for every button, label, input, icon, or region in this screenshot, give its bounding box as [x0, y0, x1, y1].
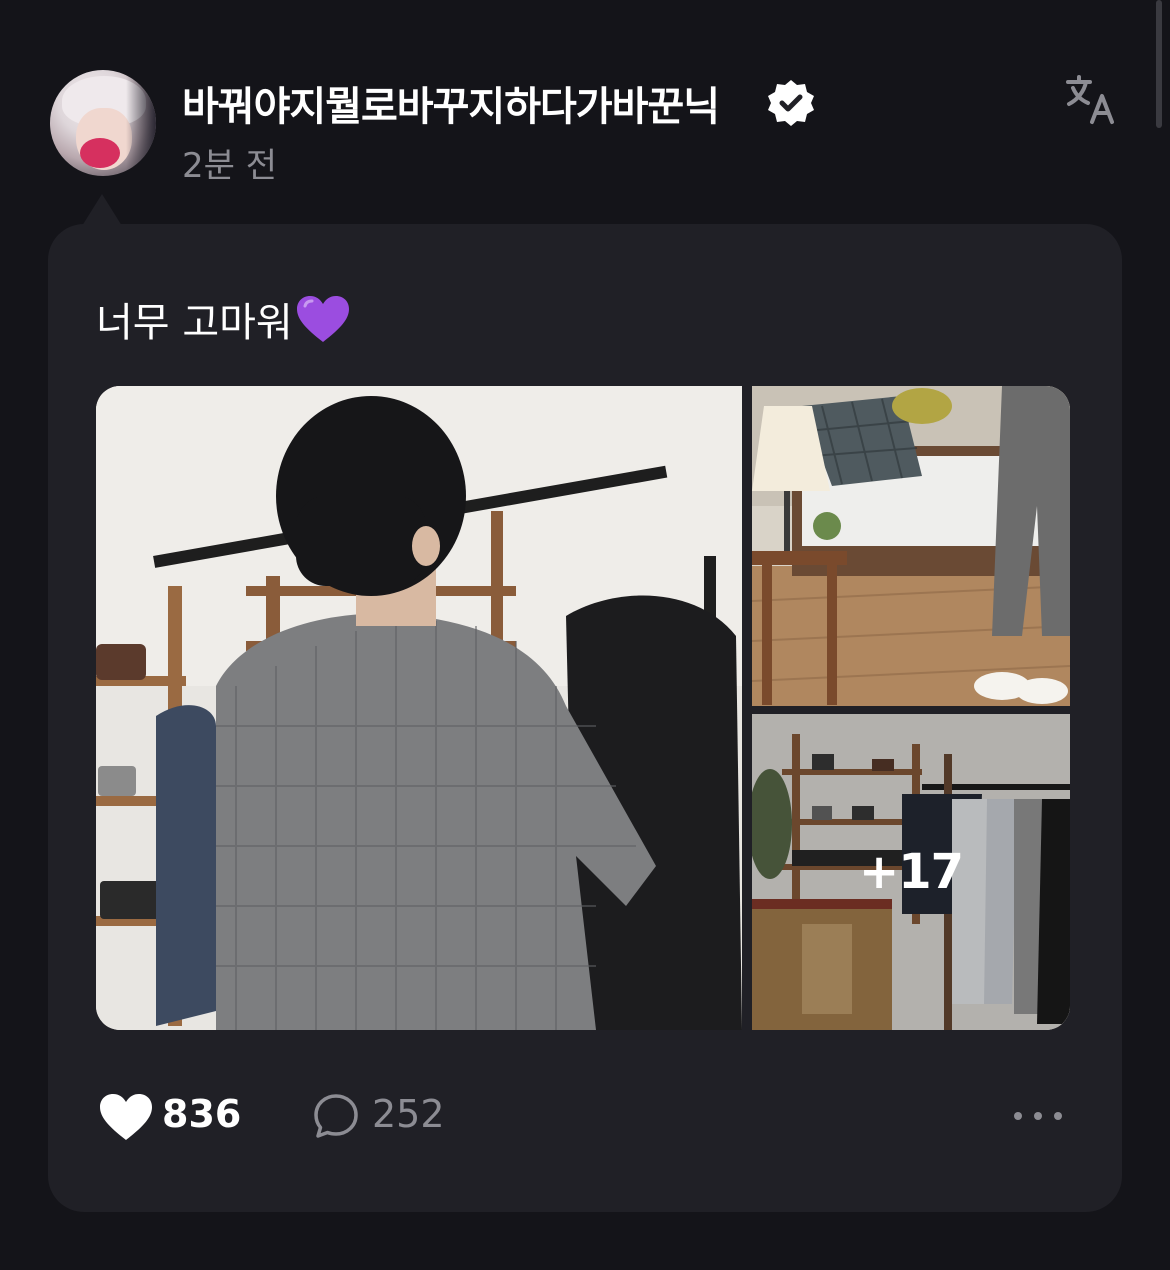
- post-image-3[interactable]: +17: [752, 714, 1070, 1030]
- post-time: 2분 전: [182, 146, 277, 186]
- verified-badge-icon: [768, 80, 814, 126]
- photo-bedroom: [752, 386, 1070, 706]
- purple-heart-icon: [296, 296, 349, 342]
- scrollbar[interactable]: [1156, 0, 1162, 128]
- like-count[interactable]: 836: [162, 1092, 241, 1136]
- post-text-content: 너무 고마워: [96, 300, 293, 346]
- author-name[interactable]: 바꿔야지뭘로바꾸지하다가바꾼닉: [182, 74, 720, 132]
- heart-icon[interactable]: [98, 1092, 154, 1142]
- comment-bubble-icon[interactable]: [312, 1092, 360, 1140]
- photo-person-clothing-rack: [96, 386, 742, 1030]
- more-images-overlay[interactable]: +17: [752, 714, 1070, 1030]
- post-screen: 바꿔야지뭘로바꾸지하다가바꾼닉 2분 전 너무 고마워 +17 836 252: [0, 0, 1170, 1270]
- more-images-count: +17: [858, 844, 964, 900]
- post-image-2[interactable]: [752, 386, 1070, 706]
- translate-icon[interactable]: [1064, 72, 1118, 126]
- bubble-tail: [82, 194, 122, 226]
- post-image-1[interactable]: [96, 386, 742, 1030]
- post-text: 너무 고마워: [96, 290, 351, 348]
- more-horizontal-icon[interactable]: [1010, 1104, 1066, 1128]
- author-avatar[interactable]: [50, 70, 156, 176]
- avatar-flower: [80, 138, 120, 168]
- avatar-shade: [126, 70, 156, 176]
- comment-count[interactable]: 252: [372, 1092, 445, 1136]
